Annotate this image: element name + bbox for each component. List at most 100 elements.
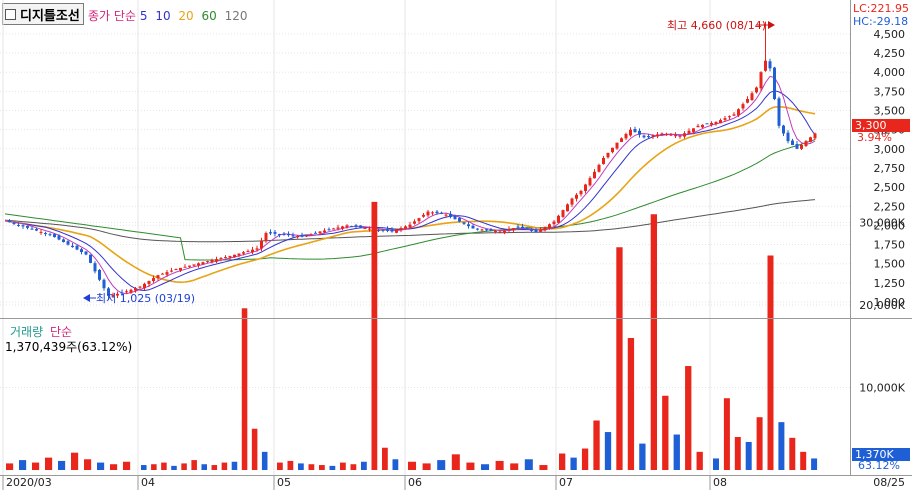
candle-body (89, 254, 92, 263)
candle-body (201, 262, 205, 265)
candle-body (62, 239, 65, 243)
candle-body (215, 259, 218, 262)
candle-body (287, 233, 290, 236)
candle-body (282, 234, 286, 236)
volume-bar (673, 434, 680, 470)
candle-body (66, 241, 70, 245)
candle-body (674, 135, 677, 137)
candle-body (368, 228, 371, 230)
candle-body (8, 220, 11, 223)
candle-body (57, 235, 61, 240)
candle-body (669, 134, 673, 136)
volume-bar (811, 458, 818, 470)
candle-body (444, 214, 448, 216)
candle-body (44, 233, 47, 235)
price-tick-label: 4,500 (874, 28, 906, 41)
high-annotation: 최고 4,660 (08/14) (667, 19, 775, 32)
volume-bar (662, 395, 669, 470)
volume-bar (84, 459, 92, 470)
candle-body (377, 229, 380, 231)
candle-body (30, 228, 34, 230)
volume-bar (756, 417, 763, 470)
chart-canvas[interactable]: 최고 4,660 (08/14) 최저 1,025 (03/19) 4,500 4… (0, 0, 912, 490)
candle-body (458, 218, 461, 222)
candle-body (660, 133, 664, 135)
candle-body (417, 218, 421, 222)
stock-chart-window: 디지틀조선 종가 단순 5 10 20 60 120 거래량 단순 1,370,… (0, 0, 912, 490)
volume-tick-label: 20,000K (859, 299, 905, 312)
candle-body (165, 272, 169, 275)
candle-body (386, 229, 389, 231)
candle-body (732, 114, 736, 116)
candle-body (359, 225, 362, 228)
volume-bar (361, 461, 367, 470)
candle-body (710, 122, 713, 125)
candle-body (323, 230, 326, 233)
volume-tick-label: 10,000K (859, 382, 905, 395)
candle-body (179, 267, 182, 271)
volume-bar (97, 462, 105, 470)
volume-bar (211, 465, 218, 470)
volume-bar (713, 458, 719, 470)
candle-body (350, 225, 353, 227)
volume-bar (495, 460, 504, 470)
candle-body (642, 135, 646, 138)
volume-bar (451, 454, 460, 470)
candle-body (80, 249, 83, 253)
candle-body (687, 130, 691, 134)
volume-bar (604, 432, 612, 470)
candle-body (26, 225, 29, 228)
candle-body (314, 232, 317, 234)
volume-bar (110, 464, 118, 470)
candle-body (134, 288, 137, 291)
candle-body (678, 135, 682, 137)
candle-body (795, 144, 799, 149)
candle-body (561, 210, 565, 217)
price-tick-label: 1,500 (874, 258, 906, 271)
candle-body (665, 134, 668, 136)
candle-body (260, 240, 263, 249)
candle-body (84, 251, 88, 255)
candle-body (593, 171, 596, 179)
candle-body (305, 235, 308, 237)
candle-body (413, 221, 416, 224)
candle-body (341, 226, 344, 229)
candle-body (170, 270, 173, 272)
volume-bar (319, 465, 325, 470)
candle-body (800, 144, 803, 149)
candle-body (156, 275, 160, 279)
candle-body (692, 128, 695, 132)
candle-body (435, 211, 439, 214)
candle-body (354, 225, 358, 227)
volume-bar (437, 460, 446, 470)
date-label: 05 (277, 476, 291, 489)
candle-body (161, 273, 164, 275)
volume-bar (251, 428, 258, 470)
price-tick-label: 4,000 (874, 66, 906, 79)
date-label: 06 (408, 476, 422, 489)
date-axis: 2020/03 04 05 06 07 08 08/25 (2, 475, 905, 490)
volume-bar (789, 437, 796, 470)
candle-body (809, 137, 812, 142)
candle-body (269, 232, 272, 234)
volume-bar (734, 437, 741, 470)
low-label: 최저 1,025 (03/19) (96, 292, 195, 305)
date-label: 08 (713, 476, 727, 489)
candle-body (408, 224, 412, 228)
candle-body (53, 234, 56, 238)
volume-bar (231, 461, 238, 470)
candle-body (174, 269, 178, 271)
price-tick-label: 3,000 (874, 143, 906, 156)
candle-body (476, 228, 479, 230)
volume-bar (6, 463, 14, 470)
candle-body (764, 60, 767, 71)
candle-body (255, 248, 259, 250)
volume-bar (201, 464, 208, 470)
candle-body (21, 225, 25, 227)
price-tick-label: 3,500 (874, 105, 906, 118)
candle-body (737, 109, 740, 116)
candle-body (93, 263, 97, 272)
arrow-left-icon (83, 294, 90, 302)
candle-body (647, 136, 650, 138)
candle-body (773, 67, 776, 100)
